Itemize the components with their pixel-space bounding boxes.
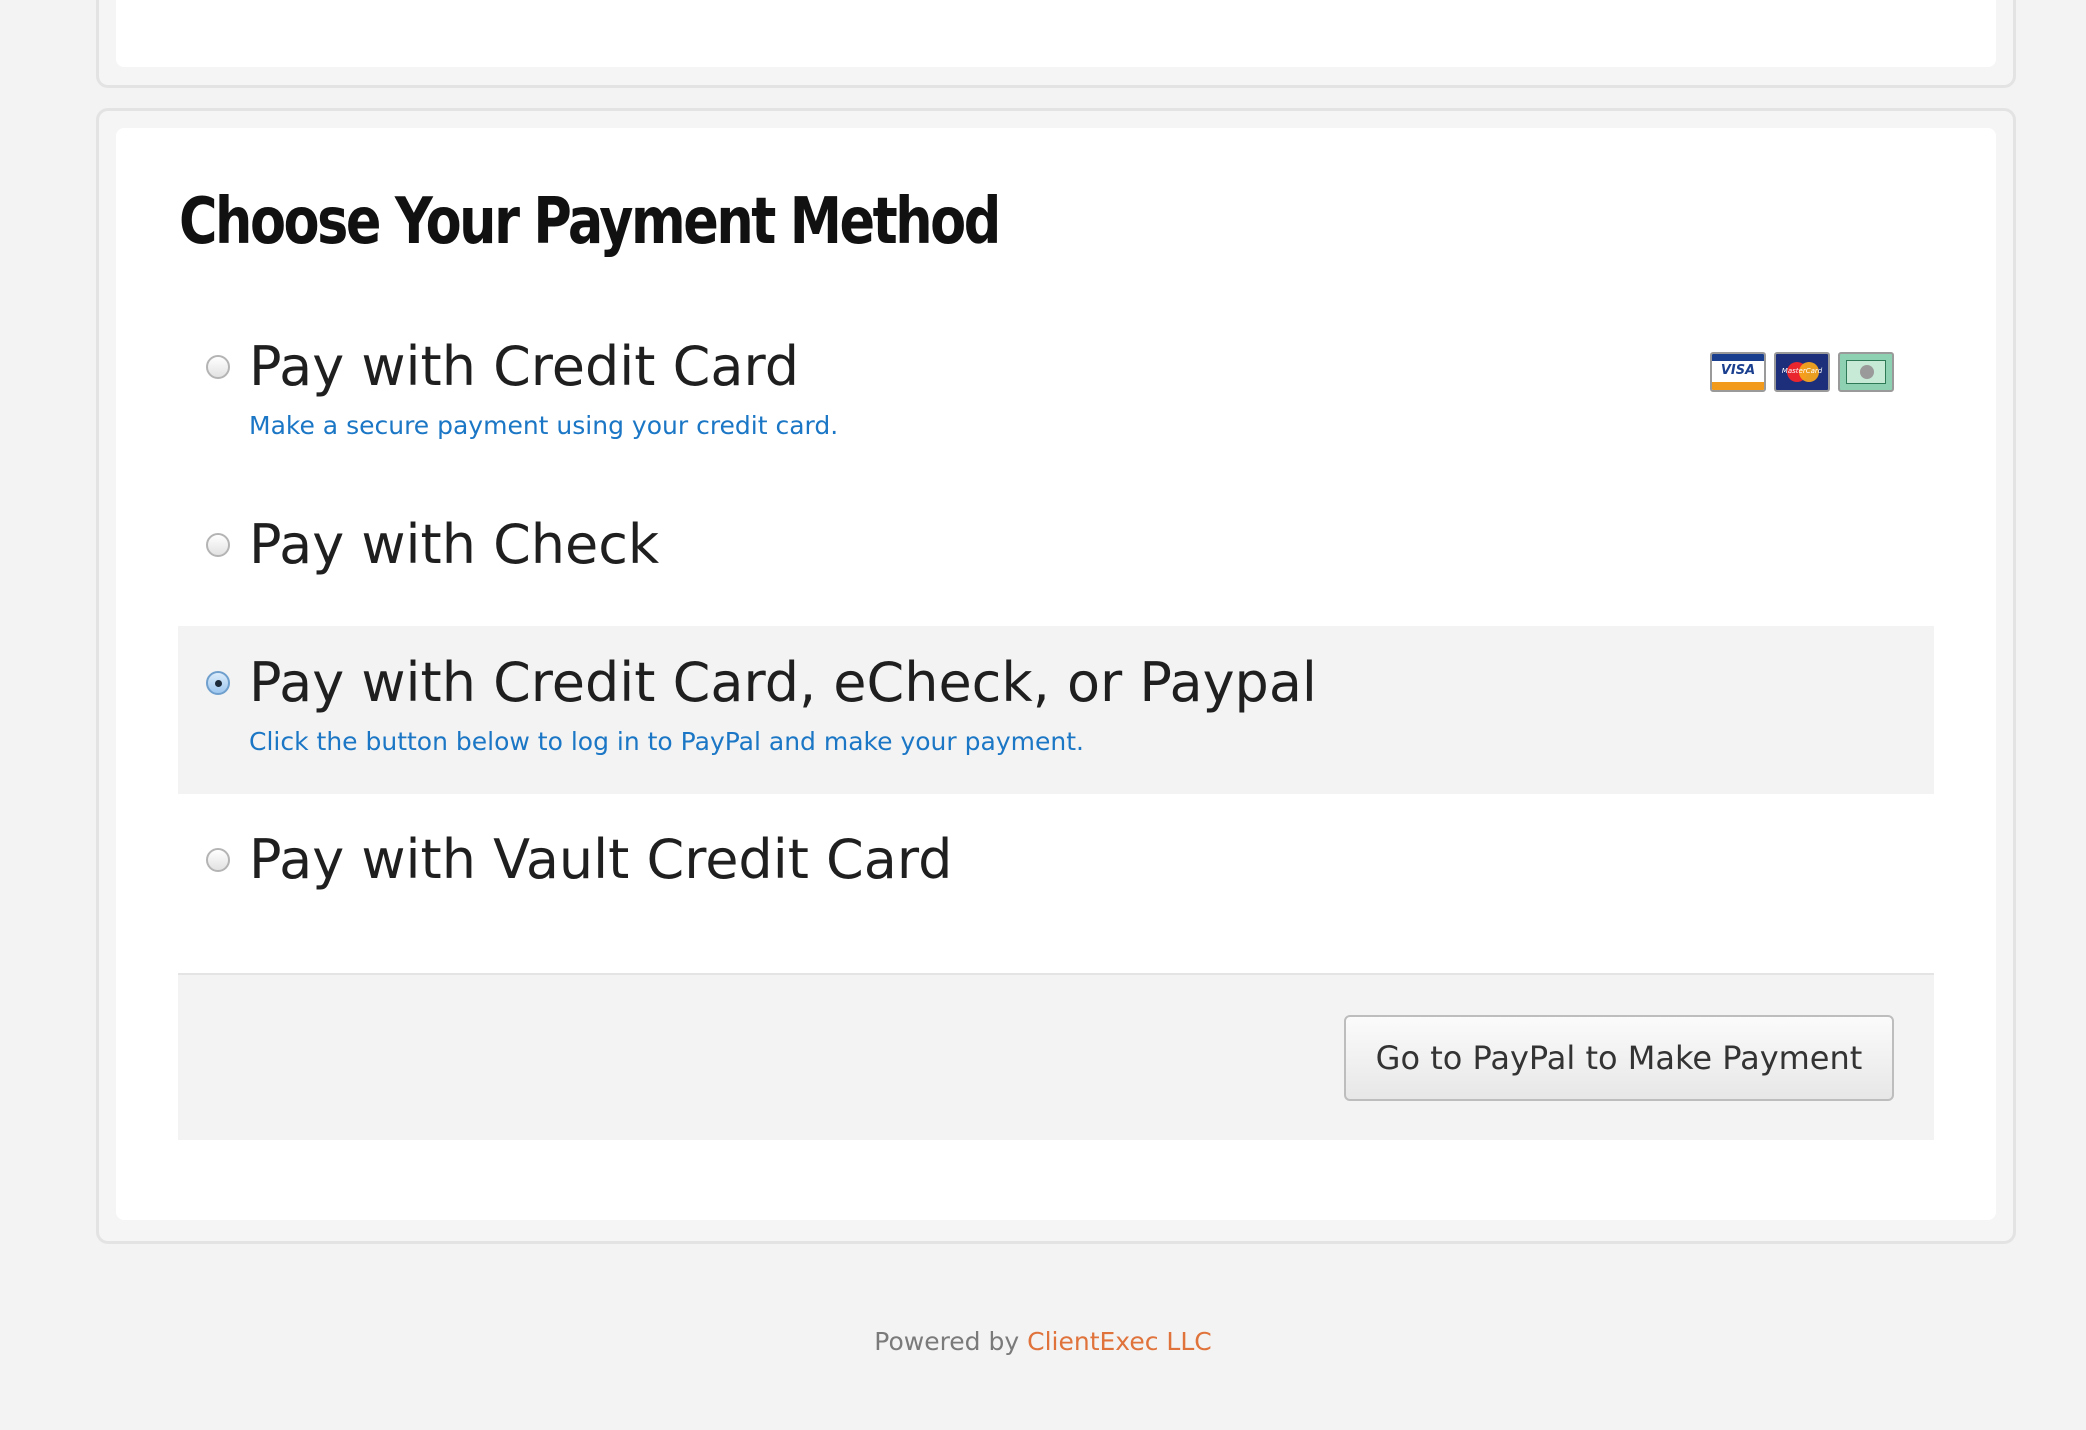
- page-title: Choose Your Payment Method: [179, 185, 1001, 259]
- payment-option-paypal[interactable]: Pay with Credit Card, eCheck, or Paypal …: [178, 626, 1934, 794]
- previous-section-content: [116, 0, 1996, 67]
- option-label-paypal: Pay with Credit Card, eCheck, or Paypal: [249, 651, 1317, 714]
- option-label-vault: Pay with Vault Credit Card: [249, 828, 953, 891]
- payment-option-vault[interactable]: Pay with Vault Credit Card: [178, 805, 1934, 930]
- payment-option-check[interactable]: Pay with Check: [178, 500, 1934, 625]
- option-label-credit-card: Pay with Credit Card: [249, 335, 799, 398]
- option-description-paypal: Click the button below to log in to PayP…: [249, 727, 1084, 756]
- footer-company-link[interactable]: ClientExec LLC: [1027, 1327, 1212, 1356]
- payment-option-credit-card[interactable]: Pay with Credit Card Make a secure payme…: [178, 330, 1934, 460]
- radio-credit-card[interactable]: [206, 355, 230, 379]
- footer: Powered by ClientExec LLC: [0, 1327, 2086, 1356]
- radio-check[interactable]: [206, 533, 230, 557]
- visa-card-icon: VISA: [1710, 352, 1766, 392]
- previous-section-panel: [96, 0, 2016, 88]
- paypal-payment-button[interactable]: Go to PayPal to Make Payment: [1344, 1015, 1894, 1101]
- form-actions: Go to PayPal to Make Payment: [178, 973, 1934, 1140]
- radio-paypal[interactable]: [206, 671, 230, 695]
- mastercard-icon: MasterCard: [1774, 352, 1830, 392]
- amex-card-icon: [1838, 352, 1894, 392]
- radio-vault-credit-card[interactable]: [206, 848, 230, 872]
- option-label-check: Pay with Check: [249, 513, 660, 576]
- option-description-credit-card: Make a secure payment using your credit …: [249, 411, 839, 440]
- accepted-cards: VISA MasterCard: [1710, 352, 1894, 392]
- footer-prefix: Powered by: [874, 1327, 1020, 1356]
